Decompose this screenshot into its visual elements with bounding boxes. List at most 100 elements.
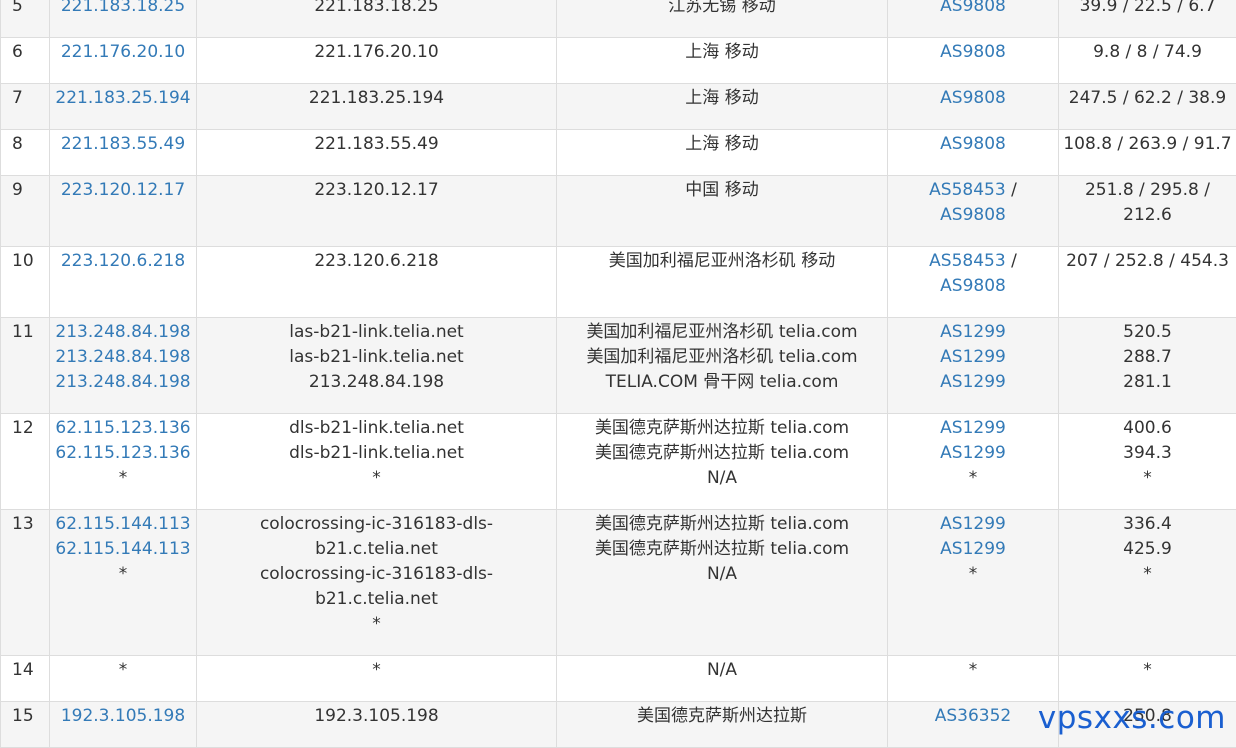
hop-row: 10223.120.6.218223.120.6.218美国加利福尼亚州洛杉矶 … bbox=[1, 247, 1236, 318]
hostname: dls-b21-link.telia.net bbox=[201, 441, 552, 466]
hop-number: 15 bbox=[12, 706, 34, 726]
latency-value: 9.8 / 8 / 74.9 bbox=[1063, 40, 1232, 65]
hop-row: 5221.183.18.25221.183.18.25江苏无锡 移动AS9808… bbox=[1, 0, 1236, 38]
asn-link[interactable]: AS1299 bbox=[940, 539, 1006, 559]
hostname: * bbox=[201, 612, 552, 637]
asn-cell: AS9808 bbox=[888, 84, 1059, 130]
ip-link[interactable]: 62.115.123.136 bbox=[54, 416, 192, 441]
asn-cell: AS9808 bbox=[888, 130, 1059, 176]
location: 美国德克萨斯州达拉斯 bbox=[561, 704, 883, 729]
hostname-cell: 221.183.18.25 bbox=[197, 0, 557, 38]
latency-value: 520.5 bbox=[1063, 320, 1232, 345]
hostname: * bbox=[201, 466, 552, 491]
hop-number: 12 bbox=[12, 418, 34, 438]
hop-number-cell: 15 bbox=[1, 702, 50, 748]
ip-link[interactable]: 213.248.84.198 bbox=[54, 320, 192, 345]
asn-line: AS58453 / bbox=[892, 249, 1054, 274]
latency-value: 207 / 252.8 / 454.3 bbox=[1063, 249, 1232, 274]
asn-link[interactable]: AS1299 bbox=[940, 418, 1006, 438]
hostname-cell: * bbox=[197, 656, 557, 702]
hostname-cell: 221.183.25.194 bbox=[197, 84, 557, 130]
asn-line: AS9808 bbox=[892, 203, 1054, 228]
hostname-cell: dls-b21-link.telia.netdls-b21-link.telia… bbox=[197, 414, 557, 510]
location: N/A bbox=[561, 562, 883, 587]
hop-row: 8221.183.55.49221.183.55.49上海 移动AS980810… bbox=[1, 130, 1236, 176]
hostname: * bbox=[201, 658, 552, 683]
asn-line: * bbox=[892, 466, 1054, 491]
hostname: dls-b21-link.telia.net bbox=[201, 416, 552, 441]
location: 上海 移动 bbox=[561, 86, 883, 111]
ip-link[interactable]: 62.115.144.113 bbox=[54, 537, 192, 562]
ip-link[interactable]: 223.120.6.218 bbox=[54, 249, 192, 274]
hop-number-cell: 7 bbox=[1, 84, 50, 130]
hostname: 223.120.12.17 bbox=[201, 178, 552, 203]
asn-line: AS58453 / bbox=[892, 178, 1054, 203]
asn-link[interactable]: AS9808 bbox=[940, 276, 1006, 296]
location: 美国德克萨斯州达拉斯 telia.com bbox=[561, 512, 883, 537]
latency-cell: 207 / 252.8 / 454.3 bbox=[1059, 247, 1236, 318]
location-cell: 上海 移动 bbox=[557, 84, 888, 130]
latency-cell: * bbox=[1059, 656, 1236, 702]
asn-line: AS9808 bbox=[892, 274, 1054, 299]
asn-cell: AS58453 /AS9808 bbox=[888, 247, 1059, 318]
hostname-cell: 221.183.55.49 bbox=[197, 130, 557, 176]
ip-link[interactable]: 192.3.105.198 bbox=[54, 704, 192, 729]
asn-link[interactable]: AS58453 bbox=[929, 180, 1006, 200]
ip-link[interactable]: 213.248.84.198 bbox=[54, 345, 192, 370]
asn-link[interactable]: AS9808 bbox=[940, 42, 1006, 62]
hostname: b21.c.telia.net bbox=[201, 537, 552, 562]
ip-link[interactable]: 62.115.144.113 bbox=[54, 512, 192, 537]
location-cell: 美国加利福尼亚州洛杉矶 telia.com美国加利福尼亚州洛杉矶 telia.c… bbox=[557, 318, 888, 414]
latency-value: 281.1 bbox=[1063, 370, 1232, 395]
latency-value: 425.9 bbox=[1063, 537, 1232, 562]
ip-link[interactable]: 221.183.55.49 bbox=[54, 132, 192, 157]
asn-link[interactable]: AS1299 bbox=[940, 322, 1006, 342]
asn-value: * bbox=[969, 660, 978, 680]
hostname-cell: 192.3.105.198 bbox=[197, 702, 557, 748]
asn-cell: AS1299AS1299* bbox=[888, 510, 1059, 656]
asn-link[interactable]: AS9808 bbox=[940, 205, 1006, 225]
hop-row: 6221.176.20.10221.176.20.10上海 移动AS98089.… bbox=[1, 38, 1236, 84]
asn-link[interactable]: AS9808 bbox=[940, 88, 1006, 108]
asn-link[interactable]: AS1299 bbox=[940, 443, 1006, 463]
asn-link[interactable]: AS1299 bbox=[940, 372, 1006, 392]
latency-value: 336.4 bbox=[1063, 512, 1232, 537]
hostname-cell: 223.120.12.17 bbox=[197, 176, 557, 247]
ip-link[interactable]: 223.120.12.17 bbox=[54, 178, 192, 203]
asn-cell: AS1299 AS1299 * bbox=[888, 414, 1059, 510]
asn-link[interactable]: AS1299 bbox=[940, 514, 1006, 534]
latency-value: 247.5 / 62.2 / 38.9 bbox=[1063, 86, 1232, 111]
asn-cell: AS9808 bbox=[888, 38, 1059, 84]
ip-link[interactable]: 221.176.20.10 bbox=[54, 40, 192, 65]
hop-number-cell: 12 bbox=[1, 414, 50, 510]
hop-row: 14**N/A** bbox=[1, 656, 1236, 702]
hop-number-cell: 11 bbox=[1, 318, 50, 414]
asn-link[interactable]: AS58453 bbox=[929, 251, 1006, 271]
ip-link[interactable]: 221.183.18.25 bbox=[54, 0, 192, 19]
hop-number: 8 bbox=[12, 134, 23, 154]
ip-cell: 213.248.84.198213.248.84.198213.248.84.1… bbox=[50, 318, 197, 414]
asn-link[interactable]: AS9808 bbox=[940, 134, 1006, 154]
latency-cell: 108.8 / 263.9 / 91.7 bbox=[1059, 130, 1236, 176]
ip-cell: * bbox=[50, 656, 197, 702]
hostname-cell: 221.176.20.10 bbox=[197, 38, 557, 84]
ip-cell: 223.120.6.218 bbox=[50, 247, 197, 318]
asn-cell: AS36352 bbox=[888, 702, 1059, 748]
ip-link[interactable]: 62.115.123.136 bbox=[54, 441, 192, 466]
ip-link[interactable]: 213.248.84.198 bbox=[54, 370, 192, 395]
hop-row: 1262.115.123.13662.115.123.136*dls-b21-l… bbox=[1, 414, 1236, 510]
asn-line: AS1299 bbox=[892, 537, 1054, 562]
hostname: las-b21-link.telia.net bbox=[201, 320, 552, 345]
asn-link[interactable]: AS36352 bbox=[935, 706, 1012, 726]
location-cell: 美国德克萨斯州达拉斯 bbox=[557, 702, 888, 748]
latency-value: 108.8 / 263.9 / 91.7 bbox=[1063, 132, 1232, 157]
asn-separator: / bbox=[1006, 251, 1017, 271]
latency-cell: 336.4425.9* bbox=[1059, 510, 1236, 656]
asn-link[interactable]: AS1299 bbox=[940, 347, 1006, 367]
latency-value: 288.7 bbox=[1063, 345, 1232, 370]
hostname-cell: colocrossing-ic-316183-dls-b21.c.telia.n… bbox=[197, 510, 557, 656]
asn-link[interactable]: AS9808 bbox=[940, 0, 1006, 16]
hostname: 223.120.6.218 bbox=[201, 249, 552, 274]
ip-link[interactable]: 221.183.25.194 bbox=[54, 86, 192, 111]
location-cell: 江苏无锡 移动 bbox=[557, 0, 888, 38]
